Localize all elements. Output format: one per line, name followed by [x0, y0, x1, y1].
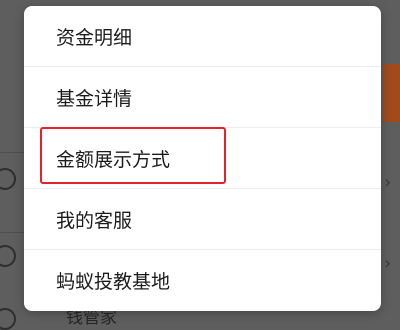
menu-item-label: 我的客服	[56, 209, 133, 232]
chevron-right-icon: ›	[384, 253, 392, 274]
background-divider	[0, 152, 24, 153]
chevron-right-icon: ›	[384, 172, 392, 193]
background-list-icon	[0, 308, 16, 330]
menu-item-fund-details[interactable]: 资金明细	[24, 6, 381, 67]
menu-item-label: 金额展示方式	[56, 148, 171, 171]
menu-item-label: 蚂蚁投教基地	[56, 271, 171, 293]
background-list-label: 钱管家	[66, 308, 117, 328]
background-list-icon	[0, 245, 16, 267]
more-options-menu: 资金明细 基金详情 金额展示方式 我的客服 蚂蚁投教基地	[24, 6, 381, 311]
menu-item-investor-education[interactable]: 蚂蚁投教基地	[24, 250, 381, 311]
menu-item-label: 资金明细	[56, 26, 133, 49]
background-accent-bar	[383, 64, 400, 122]
background-divider	[0, 232, 24, 233]
menu-item-label: 基金详情	[56, 87, 133, 110]
menu-item-fund-info[interactable]: 基金详情	[24, 67, 381, 128]
menu-item-amount-display-mode[interactable]: 金额展示方式	[24, 128, 381, 189]
menu-item-customer-service[interactable]: 我的客服	[24, 189, 381, 250]
background-list-icon	[0, 168, 16, 190]
